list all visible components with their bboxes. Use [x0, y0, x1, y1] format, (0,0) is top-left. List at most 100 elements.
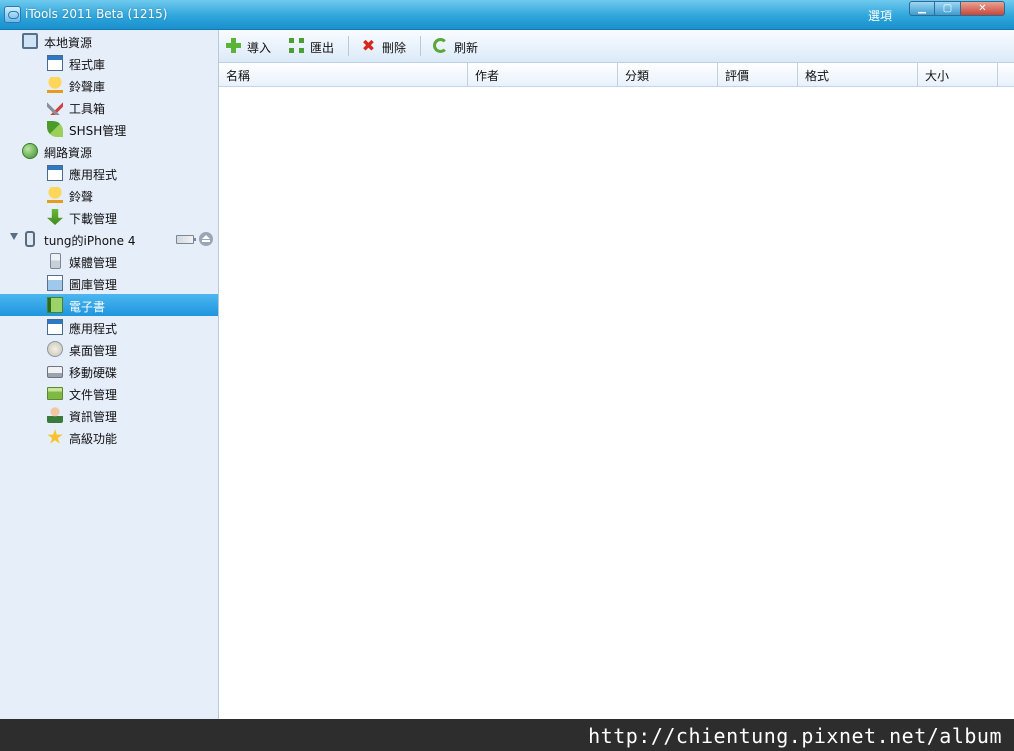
sidebar-item-advanced[interactable]: 高級功能 — [0, 426, 218, 448]
tools-icon — [47, 99, 63, 115]
watermark-text: http://chientung.pixnet.net/album — [588, 724, 1002, 748]
star-icon — [47, 429, 63, 444]
watermark-bar: http://chientung.pixnet.net/album — [0, 719, 1014, 751]
delete-button[interactable]: ✖ 刪除 — [361, 36, 411, 56]
column-header-author[interactable]: 作者 — [468, 63, 618, 86]
refresh-button[interactable]: 刷新 — [433, 38, 483, 55]
tree-group-local-resources[interactable]: 本地資源 — [0, 30, 218, 52]
sidebar-item-label: 工具箱 — [69, 102, 106, 116]
title-bar: iTools 2011 Beta (1215) 選項 ▁ ▢ ✕ — [0, 0, 1014, 30]
sidebar-tree: 本地資源 程式庫 鈴聲庫 工具箱 SHSH管理 網路資源 應用程式 鈴聲 下載管… — [0, 30, 219, 719]
photos-icon — [47, 275, 63, 291]
sidebar-item-desktop[interactable]: 桌面管理 — [0, 338, 218, 360]
tree-group-label: 網路資源 — [44, 146, 93, 160]
column-label: 評價 — [725, 69, 750, 83]
options-button[interactable]: 選項 — [868, 7, 892, 24]
import-button[interactable]: 導入 — [226, 38, 276, 55]
bell-icon — [47, 187, 63, 203]
phone-icon — [25, 231, 35, 247]
sidebar-item-label: 程式庫 — [69, 58, 106, 72]
monitor-icon — [22, 33, 38, 49]
tree-group-device[interactable]: tung的iPhone 4 — [0, 228, 218, 250]
plus-icon — [226, 38, 241, 53]
sidebar-item-ringtone-library[interactable]: 鈴聲庫 — [0, 74, 218, 96]
collapse-arrow-icon[interactable] — [10, 233, 18, 240]
sidebar-item-ringtones-online[interactable]: 鈴聲 — [0, 184, 218, 206]
minimize-button[interactable]: ▁ — [909, 1, 935, 16]
close-button[interactable]: ✕ — [961, 1, 1005, 16]
itools-app-icon — [4, 6, 21, 23]
sidebar-item-portable-drive[interactable]: 移動硬碟 — [0, 360, 218, 382]
column-header: 名稱 作者 分類 評價 格式 大小 — [219, 63, 1014, 87]
toolbar-separator — [348, 36, 349, 56]
download-arrow-icon — [47, 209, 63, 225]
window-icon — [47, 55, 63, 71]
column-label: 名稱 — [226, 69, 251, 83]
drive-icon — [47, 366, 63, 378]
eject-icon[interactable] — [199, 232, 213, 246]
export-label: 匯出 — [310, 41, 335, 55]
sidebar-item-ebooks[interactable]: 電子書 — [0, 294, 218, 316]
folder-icon — [47, 387, 63, 400]
refresh-label: 刷新 — [454, 41, 479, 55]
export-button[interactable]: 匯出 — [289, 38, 339, 55]
sidebar-item-label: SHSH管理 — [69, 124, 127, 138]
ebook-list[interactable] — [219, 87, 1014, 719]
sidebar-item-label: 應用程式 — [69, 322, 118, 336]
window-icon — [47, 165, 63, 181]
leaf-icon — [47, 121, 63, 137]
book-icon — [47, 297, 63, 313]
sidebar-item-apps-online[interactable]: 應用程式 — [0, 162, 218, 184]
person-icon — [47, 407, 63, 423]
toolbar-separator — [420, 36, 421, 56]
column-header-size[interactable]: 大小 — [918, 63, 998, 86]
sidebar-item-label: 文件管理 — [69, 388, 118, 402]
sidebar-item-label: 媒體管理 — [69, 256, 118, 270]
column-header-format[interactable]: 格式 — [798, 63, 918, 86]
sidebar-item-files[interactable]: 文件管理 — [0, 382, 218, 404]
sidebar-item-toolbox[interactable]: 工具箱 — [0, 96, 218, 118]
sidebar-item-label: 應用程式 — [69, 168, 118, 182]
battery-icon — [176, 235, 196, 244]
column-header-rating[interactable]: 評價 — [718, 63, 798, 86]
import-label: 導入 — [247, 41, 272, 55]
sidebar-item-photos[interactable]: 圖庫管理 — [0, 272, 218, 294]
maximize-button[interactable]: ▢ — [935, 1, 961, 16]
export-icon — [289, 38, 304, 53]
sidebar-item-shsh[interactable]: SHSH管理 — [0, 118, 218, 140]
globe-icon — [22, 143, 38, 159]
desktop-icon — [47, 341, 63, 357]
column-label: 格式 — [805, 69, 830, 83]
refresh-icon — [433, 38, 448, 53]
sidebar-item-apps-device[interactable]: 應用程式 — [0, 316, 218, 338]
sidebar-item-label: 高級功能 — [69, 432, 118, 446]
column-header-category[interactable]: 分類 — [618, 63, 718, 86]
toolbar: 導入 匯出 ✖ 刪除 刷新 — [219, 30, 1014, 63]
column-label: 作者 — [475, 69, 500, 83]
column-header-name[interactable]: 名稱 — [219, 63, 468, 86]
bell-icon — [47, 77, 63, 93]
tree-group-network-resources[interactable]: 網路資源 — [0, 140, 218, 162]
sidebar-item-label: 圖庫管理 — [69, 278, 118, 292]
delete-label: 刪除 — [382, 41, 407, 55]
tree-group-label: 本地資源 — [44, 36, 93, 50]
sidebar-item-info[interactable]: 資訊管理 — [0, 404, 218, 426]
sidebar-item-label: 電子書 — [69, 300, 106, 314]
sidebar-item-label: 鈴聲 — [69, 190, 94, 204]
window-controls: ▁ ▢ ✕ — [909, 1, 1005, 18]
window-title: iTools 2011 Beta (1215) — [25, 7, 168, 21]
column-label: 大小 — [925, 69, 950, 83]
device-name: tung的iPhone 4 — [44, 234, 136, 248]
sidebar-item-label: 下載管理 — [69, 212, 118, 226]
sidebar-item-label: 鈴聲庫 — [69, 80, 106, 94]
sidebar-item-library[interactable]: 程式庫 — [0, 52, 218, 74]
column-label: 分類 — [625, 69, 650, 83]
sidebar-item-media[interactable]: 媒體管理 — [0, 250, 218, 272]
sidebar-item-downloads[interactable]: 下載管理 — [0, 206, 218, 228]
sidebar-item-label: 桌面管理 — [69, 344, 118, 358]
delete-x-icon: ✖ — [361, 36, 376, 55]
window-icon — [47, 319, 63, 335]
sidebar-item-label: 資訊管理 — [69, 410, 118, 424]
ipod-icon — [50, 253, 61, 269]
sidebar-item-label: 移動硬碟 — [69, 366, 118, 380]
